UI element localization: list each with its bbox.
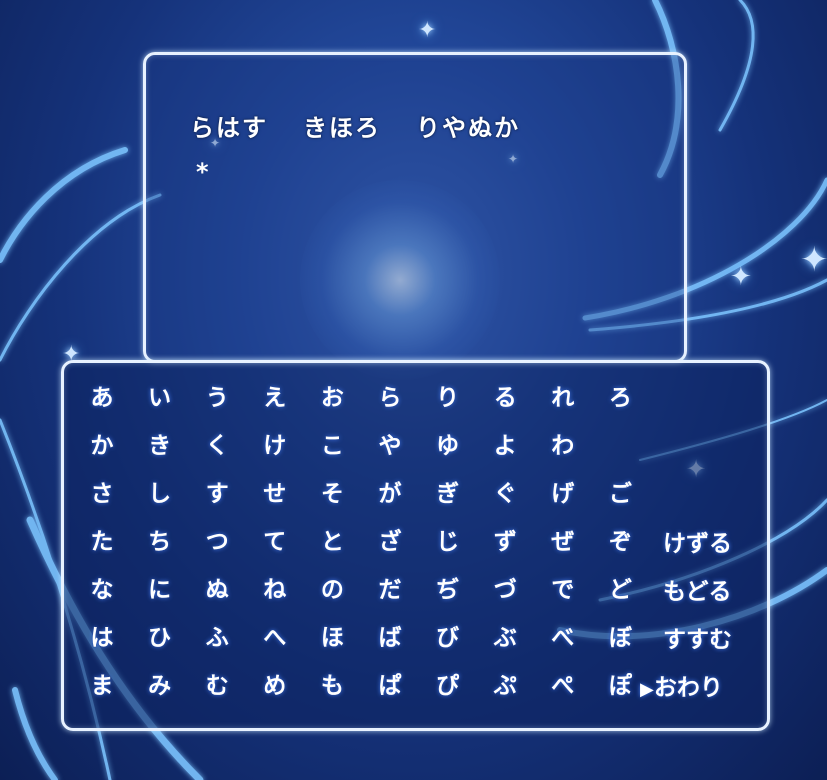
kana-key[interactable]: ぐ bbox=[485, 479, 525, 509]
kana-key[interactable]: せ bbox=[255, 479, 295, 509]
kana-key[interactable]: き bbox=[140, 431, 180, 461]
delete-command[interactable]: けずる bbox=[663, 529, 732, 559]
kana-key[interactable]: な bbox=[82, 575, 122, 605]
kana-key[interactable]: ぜ bbox=[543, 527, 583, 557]
kana-key[interactable]: に bbox=[140, 575, 180, 605]
kana-key[interactable]: い bbox=[140, 383, 180, 413]
kana-key[interactable]: か bbox=[82, 431, 122, 461]
kana-key[interactable]: る bbox=[485, 383, 525, 413]
kana-key[interactable]: だ bbox=[370, 575, 410, 605]
kana-key[interactable]: わ bbox=[543, 431, 583, 461]
kana-key[interactable]: ろ bbox=[600, 383, 640, 413]
kana-key[interactable]: お bbox=[312, 383, 352, 413]
kana-key[interactable]: の bbox=[312, 575, 352, 605]
kana-key[interactable]: ふ bbox=[197, 623, 237, 653]
kana-key[interactable]: ぺ bbox=[543, 671, 583, 701]
kana-key[interactable]: め bbox=[255, 671, 295, 701]
kana-key[interactable]: び bbox=[428, 623, 468, 653]
kana-key[interactable]: た bbox=[82, 527, 122, 557]
kana-key[interactable]: よ bbox=[485, 431, 525, 461]
kana-key[interactable]: や bbox=[370, 431, 410, 461]
kana-key[interactable]: こ bbox=[312, 431, 352, 461]
kana-key[interactable]: ぴ bbox=[428, 671, 468, 701]
kana-key[interactable]: り bbox=[428, 383, 468, 413]
kana-key[interactable]: ほ bbox=[312, 623, 352, 653]
kana-key[interactable]: ば bbox=[370, 623, 410, 653]
kana-key[interactable]: ざ bbox=[370, 527, 410, 557]
kana-key[interactable]: づ bbox=[485, 575, 525, 605]
kana-key[interactable]: ま bbox=[82, 671, 122, 701]
kana-key[interactable]: と bbox=[312, 527, 352, 557]
name-entry-panel bbox=[143, 52, 687, 363]
kana-key[interactable]: ち bbox=[140, 527, 180, 557]
entered-word: りやぬか bbox=[416, 114, 520, 142]
sparkle-icon: ✦ bbox=[418, 18, 437, 43]
kana-key[interactable]: ぽ bbox=[600, 671, 640, 701]
kana-key[interactable]: む bbox=[197, 671, 237, 701]
kana-key[interactable]: み bbox=[140, 671, 180, 701]
kana-key[interactable]: て bbox=[255, 527, 295, 557]
kana-key[interactable]: ど bbox=[600, 575, 640, 605]
kana-key[interactable]: げ bbox=[543, 479, 583, 509]
kana-key[interactable]: ぢ bbox=[428, 575, 468, 605]
kana-key[interactable]: べ bbox=[543, 623, 583, 653]
kana-key[interactable]: ぶ bbox=[485, 623, 525, 653]
kana-key[interactable]: ぼ bbox=[600, 623, 640, 653]
kana-key[interactable]: け bbox=[255, 431, 295, 461]
kana-key[interactable]: ぱ bbox=[370, 671, 410, 701]
selector-arrow-icon: ▶ bbox=[640, 679, 654, 700]
kana-key[interactable]: ぎ bbox=[428, 479, 468, 509]
back-command[interactable]: もどる bbox=[663, 577, 732, 607]
kana-key[interactable]: じ bbox=[428, 527, 468, 557]
sparkle-icon: ✦ bbox=[730, 262, 752, 292]
kana-key[interactable]: で bbox=[543, 575, 583, 605]
kana-key[interactable]: つ bbox=[197, 527, 237, 557]
kana-key[interactable]: ね bbox=[255, 575, 295, 605]
kana-key[interactable]: ひ bbox=[140, 623, 180, 653]
kana-key[interactable]: ら bbox=[370, 383, 410, 413]
kana-key[interactable]: さ bbox=[82, 479, 122, 509]
kana-key[interactable]: し bbox=[140, 479, 180, 509]
entered-text: らはす きほろ りやぬか bbox=[190, 108, 520, 143]
kana-key[interactable]: は bbox=[82, 623, 122, 653]
kana-key[interactable]: そ bbox=[312, 479, 352, 509]
kana-key[interactable]: ず bbox=[485, 527, 525, 557]
kana-key[interactable]: う bbox=[197, 383, 237, 413]
entered-word: きほろ bbox=[303, 114, 381, 142]
end-command-label: おわり bbox=[653, 675, 723, 701]
kana-key[interactable]: く bbox=[197, 431, 237, 461]
forward-command[interactable]: すすむ bbox=[663, 625, 732, 655]
input-cursor: * bbox=[196, 158, 209, 186]
kana-key[interactable]: ぞ bbox=[600, 527, 640, 557]
kana-key[interactable]: が bbox=[370, 479, 410, 509]
kana-key[interactable]: ぷ bbox=[485, 671, 525, 701]
kana-key[interactable]: え bbox=[255, 383, 295, 413]
kana-key[interactable]: あ bbox=[82, 383, 122, 413]
kana-key[interactable]: ゆ bbox=[428, 431, 468, 461]
entered-word: らはす bbox=[190, 114, 268, 142]
kana-key[interactable]: ご bbox=[600, 479, 640, 509]
kana-key[interactable]: れ bbox=[543, 383, 583, 413]
kana-key[interactable]: す bbox=[197, 479, 237, 509]
end-command[interactable]: ▶おわり bbox=[640, 673, 723, 705]
kana-key[interactable]: ぬ bbox=[197, 575, 237, 605]
kana-key[interactable]: も bbox=[312, 671, 352, 701]
sparkle-icon: ✦ bbox=[800, 240, 827, 280]
kana-key[interactable]: へ bbox=[255, 623, 295, 653]
